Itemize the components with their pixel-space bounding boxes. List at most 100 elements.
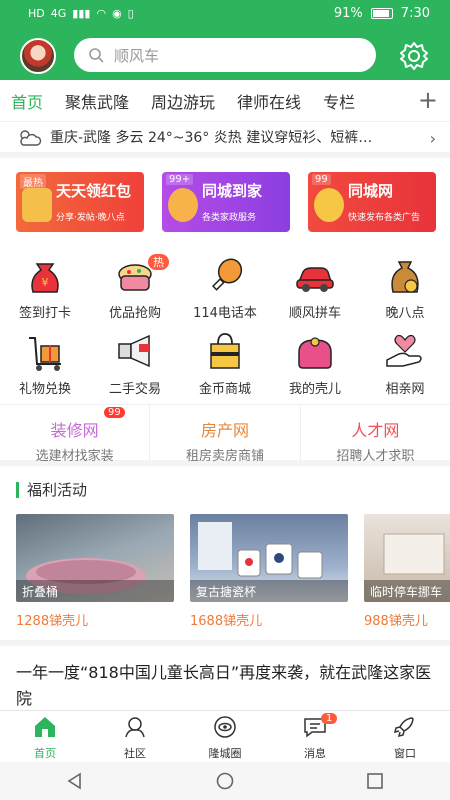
section-divider bbox=[0, 640, 450, 646]
banner-tag: 99 bbox=[312, 174, 331, 185]
gift-cart-icon bbox=[23, 330, 67, 374]
search-input[interactable]: 顺风车 bbox=[114, 45, 159, 66]
battery-percent: 91% bbox=[333, 6, 363, 21]
tab-home[interactable]: 首页 bbox=[0, 89, 54, 113]
svg-text:¥: ¥ bbox=[42, 276, 49, 289]
home-circle-icon[interactable] bbox=[215, 771, 235, 791]
link-talent[interactable]: 人才网 招聘人才求职 bbox=[299, 405, 450, 464]
category-tabs: 首页 聚焦武隆 周边游玩 律师在线 专栏 + bbox=[0, 80, 450, 122]
red-bag-icon: ¥ bbox=[23, 254, 67, 298]
article-title[interactable]: 一年一度“818中国儿童长高日”再度来袭，就在武隆这家医院 bbox=[16, 660, 436, 712]
link-subtitle: 招聘人才求职 bbox=[336, 449, 415, 464]
coin-icon bbox=[314, 188, 344, 222]
shopping-bag-icon bbox=[203, 330, 247, 374]
hd-icon: HD bbox=[28, 7, 45, 20]
avatar[interactable] bbox=[20, 38, 56, 74]
grid-item-gift-exchange[interactable]: 礼物兑换 bbox=[0, 324, 90, 398]
system-nav-bar bbox=[0, 762, 450, 800]
banner-title: 同城到家 bbox=[202, 182, 263, 200]
bottom-nav: 首页 社区 隆城圈 1 消息 窗口 bbox=[0, 710, 450, 762]
service-links: 装修网 选建材找家装 99 房产网 租房卖房商铺 人才网 招聘人才求职 bbox=[0, 404, 450, 466]
banner-title: 天天领红包 bbox=[56, 182, 132, 200]
product-price: 1288锑壳儿 bbox=[16, 614, 89, 629]
wallet-icon bbox=[293, 330, 337, 374]
link-title: 房产网 bbox=[200, 421, 249, 440]
banner-red-packet[interactable]: 最热 天天领红包 分享·发帖·晚八点 bbox=[16, 172, 144, 232]
banner-city-net[interactable]: 99 同城网 快速发布各类广告 bbox=[308, 172, 436, 232]
app-page: HD 4G ▮▮▮ ◠ ◉ ▯ 91% 7:30 顺风车 首页 聚焦武隆 周边游… bbox=[0, 0, 450, 800]
count-badge: 99 bbox=[104, 407, 125, 418]
grid-label: 优品抢购 bbox=[108, 306, 161, 321]
nav-label: 窗口 bbox=[394, 747, 416, 760]
eye-icon: ◉ bbox=[112, 7, 122, 20]
grid-label: 顺风拼车 bbox=[288, 306, 341, 321]
link-real-estate[interactable]: 房产网 租房卖房商铺 bbox=[149, 405, 299, 464]
banner-home-service[interactable]: 99+ 同城到家 各类家政服务 bbox=[162, 172, 290, 232]
grid-item-dating[interactable]: 相亲网 bbox=[360, 324, 450, 398]
product-image: 复古搪瓷杯 bbox=[190, 514, 348, 602]
nav-label: 消息 bbox=[304, 747, 326, 760]
nav-window[interactable]: 窗口 bbox=[360, 711, 450, 762]
hand-heart-icon bbox=[383, 330, 427, 374]
red-packet-icon bbox=[22, 188, 52, 222]
grid-item-phonebook[interactable]: 114电话本 bbox=[180, 248, 270, 322]
settings-gear-icon[interactable] bbox=[398, 40, 430, 72]
nav-longcheng-circle[interactable]: 隆城圈 bbox=[180, 711, 270, 762]
tab-nearby-travel[interactable]: 周边游玩 bbox=[140, 89, 226, 113]
status-left-icons: HD 4G ▮▮▮ ◠ ◉ ▯ bbox=[28, 7, 134, 20]
nav-label: 隆城圈 bbox=[208, 747, 242, 760]
link-subtitle: 租房卖房商铺 bbox=[185, 449, 264, 464]
weather-bar[interactable]: 重庆-武隆 多云 24°~36° 炎热 建议穿短衫、短裤… › bbox=[0, 122, 450, 158]
banner-subtitle: 分享·发帖·晚八点 bbox=[56, 213, 125, 223]
vibrate-icon: ▯ bbox=[127, 7, 134, 20]
money-bag-icon bbox=[383, 254, 427, 298]
grid-label: 签到打卡 bbox=[18, 306, 71, 321]
nav-label: 社区 bbox=[124, 747, 146, 760]
promo-banners: 最热 天天领红包 分享·发帖·晚八点 99+ 同城到家 各类家政服务 99 同城… bbox=[16, 172, 436, 234]
home-icon bbox=[35, 717, 55, 737]
product-image: 临时停车挪车 bbox=[364, 514, 450, 602]
grid-item-coin-mall[interactable]: 金币商城 bbox=[180, 324, 270, 398]
tab-lawyer-online[interactable]: 律师在线 bbox=[226, 89, 312, 113]
rocket-icon bbox=[393, 717, 414, 738]
welfare-card[interactable]: 折叠桶 1288锑壳儿 bbox=[16, 514, 174, 634]
link-title: 人才网 bbox=[351, 421, 400, 440]
hot-badge: 热 bbox=[148, 254, 169, 270]
grid-item-carpool[interactable]: 顺风拼车 bbox=[270, 248, 360, 322]
megaphone-icon bbox=[113, 330, 157, 374]
welfare-card[interactable]: 复古搪瓷杯 1688锑壳儿 bbox=[190, 514, 348, 634]
banner-subtitle: 快速发布各类广告 bbox=[348, 213, 421, 223]
product-caption: 复古搪瓷杯 bbox=[190, 580, 348, 602]
nav-messages[interactable]: 1 消息 bbox=[270, 711, 360, 762]
product-price: 1688锑壳儿 bbox=[190, 614, 263, 629]
add-tab-icon[interactable]: + bbox=[411, 86, 438, 114]
grid-item-my-shell[interactable]: 我的壳儿 bbox=[270, 324, 360, 398]
status-right: 91% 7:30 bbox=[334, 6, 430, 21]
welfare-card[interactable]: 临时停车挪车 988锑壳儿 bbox=[364, 514, 450, 634]
message-count-badge: 1 bbox=[321, 713, 338, 724]
grid-item-8pm[interactable]: 晚八点 bbox=[360, 248, 450, 322]
banner-subtitle: 各类家政服务 bbox=[202, 213, 257, 223]
link-subtitle: 选建材找家装 bbox=[35, 449, 114, 464]
grid-label: 礼物兑换 bbox=[18, 382, 71, 397]
status-time: 7:30 bbox=[400, 6, 430, 21]
search-bar[interactable]: 顺风车 bbox=[74, 38, 376, 72]
banner-tag: 99+ bbox=[166, 174, 194, 185]
grid-label: 二手交易 bbox=[108, 382, 161, 397]
tab-column[interactable]: 专栏 bbox=[312, 89, 366, 113]
nav-community[interactable]: 社区 bbox=[90, 711, 180, 762]
back-icon[interactable] bbox=[65, 771, 85, 791]
weather-text: 重庆-武隆 多云 24°~36° 炎热 建议穿短衫、短裤… bbox=[50, 130, 373, 146]
link-decoration[interactable]: 装修网 选建材找家装 99 bbox=[0, 405, 149, 464]
tab-focus-wulong[interactable]: 聚焦武隆 bbox=[54, 89, 140, 113]
nav-home[interactable]: 首页 bbox=[0, 711, 90, 762]
grid-item-checkin[interactable]: ¥ 签到打卡 bbox=[0, 248, 90, 322]
network-4g-icon: 4G bbox=[50, 7, 67, 20]
battery-icon bbox=[370, 8, 393, 19]
recents-icon[interactable] bbox=[365, 771, 385, 791]
grid-item-second-hand[interactable]: 二手交易 bbox=[90, 324, 180, 398]
status-bar: HD 4G ▮▮▮ ◠ ◉ ▯ 91% 7:30 bbox=[0, 0, 450, 30]
community-icon bbox=[125, 717, 145, 738]
link-title: 装修网 bbox=[50, 421, 99, 440]
circle-eye-icon bbox=[214, 716, 236, 738]
